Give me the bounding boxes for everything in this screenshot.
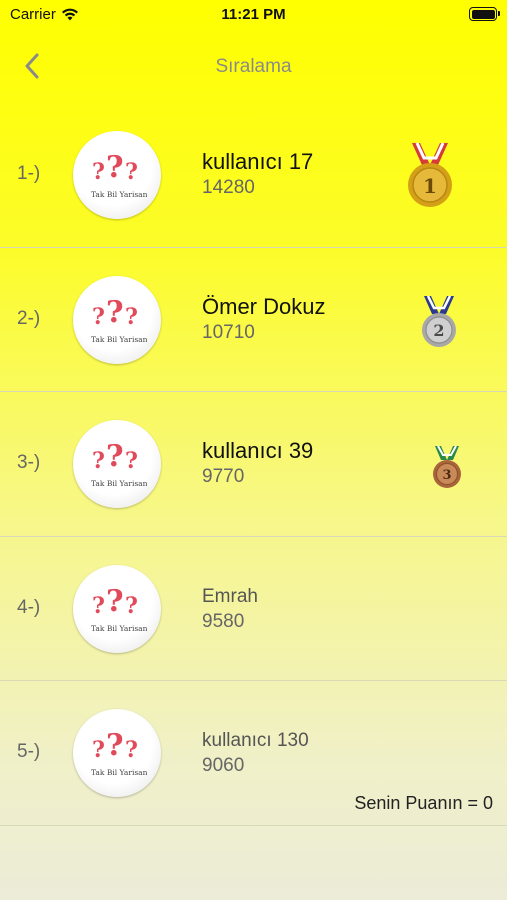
svg-text:?: ? bbox=[92, 159, 105, 185]
score: 10710 bbox=[202, 321, 255, 343]
status-bar: Carrier 11:21 PM bbox=[0, 0, 507, 30]
svg-text:?: ? bbox=[125, 737, 138, 763]
svg-text:?: ? bbox=[106, 584, 124, 619]
svg-text:?: ? bbox=[92, 737, 105, 763]
svg-text:3: 3 bbox=[442, 468, 451, 483]
svg-text:?: ? bbox=[125, 304, 138, 330]
svg-text:Tak Bil Yarisan: Tak Bil Yarisan bbox=[91, 624, 147, 633]
battery-icon bbox=[469, 7, 500, 21]
svg-text:?: ? bbox=[106, 439, 124, 474]
svg-text:?: ? bbox=[106, 295, 124, 330]
avatar: ? ? ? Tak Bil Yarisan bbox=[73, 564, 161, 653]
gold-medal-icon: 1 bbox=[408, 142, 452, 207]
rank-label: 2-) bbox=[17, 307, 41, 329]
silver-medal-icon: 2 bbox=[422, 294, 456, 347]
svg-text:Tak Bil Yarisan: Tak Bil Yarisan bbox=[91, 335, 147, 344]
username: Ömer Dokuz bbox=[202, 293, 326, 319]
svg-text:Tak Bil Yarisan: Tak Bil Yarisan bbox=[91, 190, 147, 199]
quiz-logo-icon: ? ? ? Tak Bil Yarisan bbox=[91, 150, 147, 199]
page-title: Sıralama bbox=[215, 56, 292, 77]
quiz-logo-icon: ? ? ? Tak Bil Yarisan bbox=[91, 439, 147, 488]
quiz-logo-icon: ? ? ? Tak Bil Yarisan bbox=[91, 584, 147, 633]
svg-text:Tak Bil Yarisan: Tak Bil Yarisan bbox=[91, 479, 147, 488]
svg-text:?: ? bbox=[92, 448, 105, 474]
svg-text:?: ? bbox=[106, 150, 124, 185]
rank-label: 3-) bbox=[17, 452, 41, 473]
svg-text:?: ? bbox=[125, 448, 138, 474]
score: 9060 bbox=[202, 755, 245, 776]
svg-text:?: ? bbox=[92, 304, 105, 330]
quiz-logo-icon: ? ? ? Tak Bil Yarisan bbox=[91, 728, 147, 777]
username: kullanıcı 17 bbox=[202, 149, 314, 174]
svg-text:?: ? bbox=[92, 593, 105, 619]
rank-label: 1-) bbox=[17, 163, 41, 184]
leaderboard-row-4[interactable]: 4-) ? ? ? Tak Bil Yarisan Emrah 9580 bbox=[0, 537, 507, 681]
svg-text:?: ? bbox=[125, 159, 138, 185]
score: 14280 bbox=[202, 177, 255, 198]
leaderboard-row-1[interactable]: 1-) ? ? ? Tak Bil Yarisan kullanıcı 17 1… bbox=[0, 103, 507, 248]
svg-text:1: 1 bbox=[423, 174, 437, 198]
rank-label: 4-) bbox=[17, 596, 41, 618]
my-score-label: Senin Puanın = 0 bbox=[354, 793, 493, 813]
avatar: ? ? ? Tak Bil Yarisan bbox=[73, 709, 161, 797]
status-time: 11:21 PM bbox=[221, 6, 286, 23]
svg-text:?: ? bbox=[125, 593, 138, 619]
avatar: ? ? ? Tak Bil Yarisan bbox=[73, 275, 161, 364]
avatar: ? ? ? Tak Bil Yarisan bbox=[73, 420, 161, 508]
score: 9770 bbox=[202, 466, 245, 487]
svg-text:Tak Bil Yarisan: Tak Bil Yarisan bbox=[91, 768, 147, 777]
navigation-bar: Sıralama bbox=[0, 44, 507, 90]
leaderboard-row-2[interactable]: 2-) ? ? ? Tak Bil Yarisan Ömer Dokuz 107… bbox=[0, 248, 507, 392]
score: 9580 bbox=[202, 610, 245, 632]
username: kullanıcı 130 bbox=[202, 730, 309, 751]
username: Emrah bbox=[202, 585, 258, 607]
rank-label: 5-) bbox=[17, 741, 41, 762]
avatar: ? ? ? Tak Bil Yarisan bbox=[73, 131, 161, 219]
username: kullanıcı 39 bbox=[202, 438, 314, 463]
svg-text:?: ? bbox=[106, 728, 124, 763]
leaderboard-row-3[interactable]: 3-) ? ? ? Tak Bil Yarisan kullanıcı 39 9… bbox=[0, 392, 507, 537]
leaderboard-list: 1-) ? ? ? Tak Bil Yarisan kullanıcı 17 1… bbox=[0, 103, 507, 826]
svg-text:2: 2 bbox=[433, 321, 444, 340]
quiz-logo-icon: ? ? ? Tak Bil Yarisan bbox=[91, 295, 147, 344]
bronze-medal-icon: 3 bbox=[433, 445, 461, 488]
